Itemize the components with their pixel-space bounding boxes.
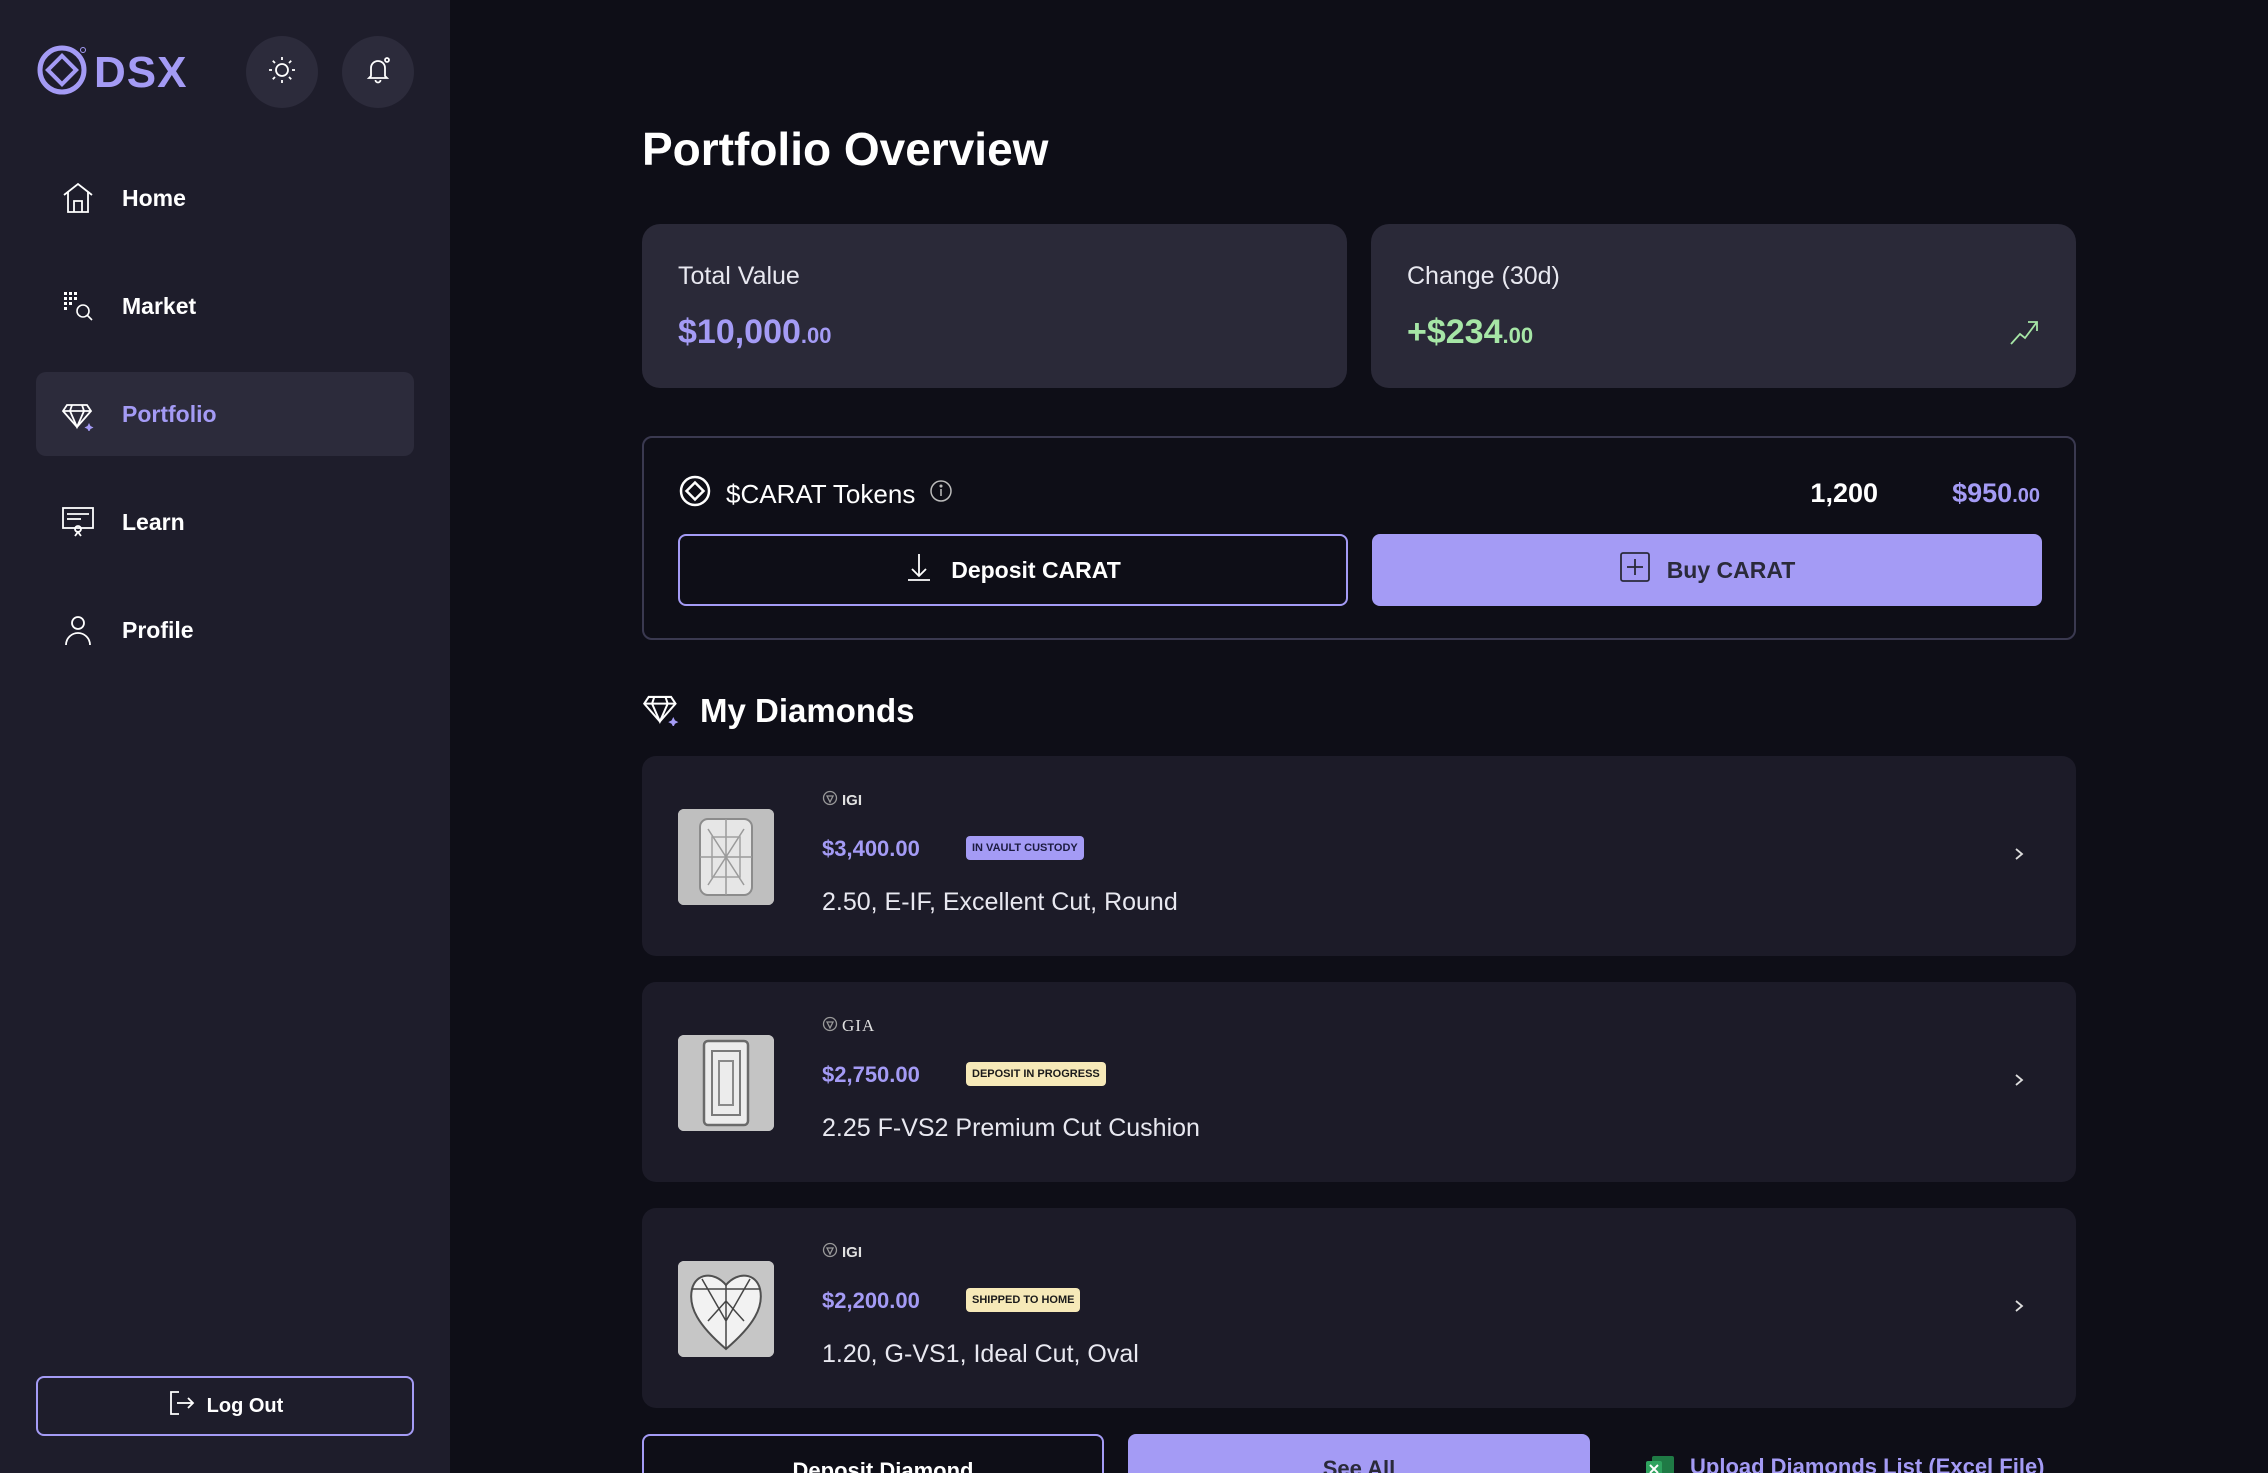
logout-icon: [167, 1389, 195, 1423]
diamond-thumbnail: [678, 1261, 774, 1357]
diamond-card[interactable]: IGI $3,400.00 IN VAULT CUSTODY 2.50, E-I…: [642, 756, 2076, 956]
plus-square-icon: [1619, 551, 1651, 589]
sidebar-item-label: Market: [122, 292, 197, 319]
diamond-thumbnail: [678, 1035, 774, 1131]
status-badge: IN VAULT CUSTODY: [966, 836, 1084, 860]
certificate-lab-name: GIA: [842, 1016, 876, 1035]
diamond-description: 2.25 F-VS2 Premium Cut Cushion: [822, 1114, 1200, 1142]
diamond-card[interactable]: IGI $2,200.00 SHIPPED TO HOME 1.20, G-VS…: [642, 1208, 2076, 1408]
diamond-description: 1.20, G-VS1, Ideal Cut, Oval: [822, 1340, 1139, 1368]
certificate-seal-icon: [822, 1242, 838, 1262]
my-diamonds-label: My Diamonds: [700, 692, 915, 729]
certificate-seal-icon: [822, 1016, 838, 1036]
diamond-thumbnail: [678, 809, 774, 905]
status-badge: DEPOSIT IN PROGRESS: [966, 1062, 1106, 1086]
sidebar-item-learn[interactable]: Learn: [36, 480, 414, 564]
deposit-carat-button[interactable]: Deposit CARAT: [678, 534, 1348, 606]
status-badge: SHIPPED TO HOME: [966, 1288, 1081, 1312]
certificate-lab: GIA: [822, 1016, 875, 1036]
diamond-price: $2,750.00: [822, 1062, 920, 1087]
change-amount: +$234.00: [1407, 313, 1534, 351]
certificate-lab: IGI: [822, 1242, 862, 1262]
info-icon[interactable]: [929, 479, 953, 510]
download-icon: [905, 552, 933, 588]
sun-icon: [267, 55, 297, 90]
certificate-seal-icon: [822, 790, 838, 810]
home-icon: [60, 180, 96, 216]
sidebar-item-label: Learn: [122, 508, 185, 535]
deposit-carat-label: Deposit CARAT: [951, 556, 1121, 583]
market-search-icon: [60, 288, 96, 324]
carat-tokens-label: $CARAT Tokens: [726, 479, 916, 509]
see-all-label: See All: [1322, 1456, 1396, 1473]
sidebar-nav: Home Market Portfolio Learn Profile: [36, 156, 414, 696]
diamond-card[interactable]: GIA $2,750.00 DEPOSIT IN PROGRESS 2.25 F…: [642, 982, 2076, 1182]
sidebar-item-home[interactable]: Home: [36, 156, 414, 240]
user-icon: [60, 612, 96, 648]
carat-tokens-header: $CARAT Tokens: [678, 474, 953, 515]
upload-diamonds-label: Upload Diamonds List (Excel File): [1690, 1454, 2045, 1473]
total-value-card: Total Value $10,000.00: [642, 224, 1347, 388]
chevron-right-icon: [2012, 842, 2026, 871]
sidebar-item-market[interactable]: Market: [36, 264, 414, 348]
logout-button[interactable]: Log Out: [36, 1376, 414, 1436]
sidebar: DSX Home Market Portfolio Learn Profile …: [0, 0, 450, 1473]
total-value-label: Total Value: [678, 262, 800, 290]
upload-diamonds-link[interactable]: Upload Diamonds List (Excel File): [1644, 1454, 2045, 1473]
carat-token-quantity: 1,200: [1810, 478, 1878, 508]
certificate-lab: IGI: [822, 790, 862, 810]
diamond-description: 2.50, E-IF, Excellent Cut, Round: [822, 888, 1178, 916]
carat-logo-icon: [678, 474, 712, 515]
certificate-lab-name: IGI: [842, 791, 863, 809]
buy-carat-button[interactable]: Buy CARAT: [1372, 534, 2042, 606]
diamond-icon: [642, 688, 680, 734]
excel-file-icon: [1644, 1454, 1676, 1473]
presentation-icon: [60, 504, 96, 540]
theme-toggle-button[interactable]: [246, 36, 318, 108]
carat-token-value: $950.00: [1952, 478, 2040, 508]
bell-icon: [363, 55, 393, 90]
sidebar-item-label: Profile: [122, 616, 194, 643]
chevron-right-icon: [2012, 1068, 2026, 1097]
logout-label: Log Out: [206, 1394, 284, 1417]
sidebar-item-profile[interactable]: Profile: [36, 588, 414, 672]
chevron-right-icon: [2012, 1294, 2026, 1323]
dsx-logo-icon: [36, 44, 88, 101]
change-card: Change (30d) +$234.00: [1371, 224, 2076, 388]
sidebar-item-label: Portfolio: [122, 400, 217, 427]
change-label: Change (30d): [1407, 262, 1560, 290]
sidebar-item-portfolio[interactable]: Portfolio: [36, 372, 414, 456]
download-icon: [773, 1458, 777, 1473]
diamond-list: IGI $3,400.00 IN VAULT CUSTODY 2.50, E-I…: [642, 756, 2076, 1434]
diamond-icon: [60, 396, 96, 432]
deposit-diamond-label: Deposit Diamond: [792, 1458, 974, 1473]
brand-logo[interactable]: DSX: [36, 44, 187, 101]
page-title: Portfolio Overview: [642, 123, 1049, 175]
sidebar-item-label: Home: [122, 184, 186, 211]
total-value-amount: $10,000.00: [678, 313, 832, 351]
see-all-button[interactable]: See All: [1128, 1434, 1590, 1473]
trend-up-icon: [2008, 316, 2040, 353]
diamond-price: $3,400.00: [822, 836, 920, 861]
diamond-actions: Deposit Diamond See All Upload Diamonds …: [642, 1434, 2076, 1473]
buy-carat-label: Buy CARAT: [1666, 556, 1796, 583]
deposit-diamond-button[interactable]: Deposit Diamond: [642, 1434, 1104, 1473]
certificate-lab-name: IGI: [842, 1243, 863, 1261]
diamond-price: $2,200.00: [822, 1288, 920, 1313]
carat-tokens-card: $CARAT Tokens 1,200 $950.00 Deposit CARA…: [642, 436, 2076, 640]
my-diamonds-heading: My Diamonds: [642, 688, 915, 734]
brand-name: DSX: [94, 47, 188, 97]
notifications-button[interactable]: [342, 36, 414, 108]
